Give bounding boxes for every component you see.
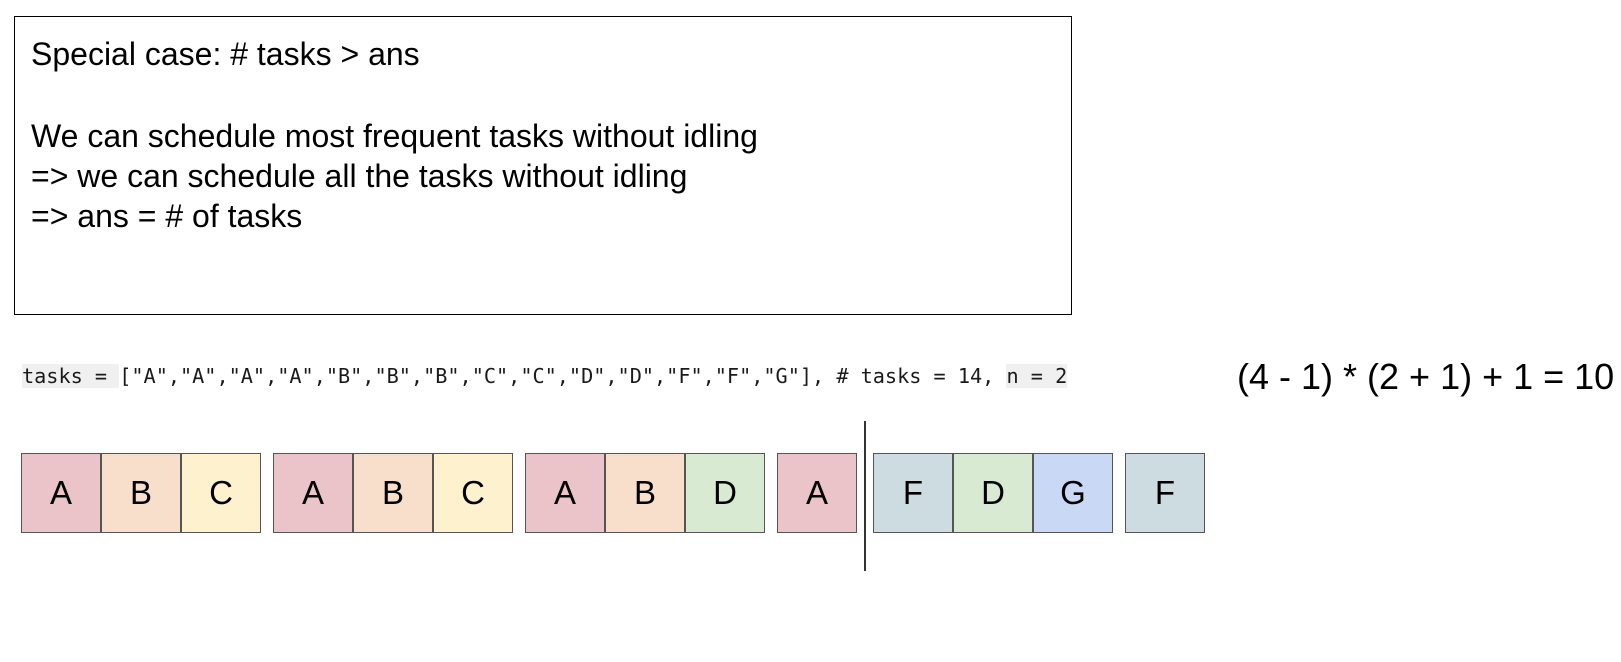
task-cell-d: D xyxy=(685,453,765,533)
explanation-box: Special case: # tasks > ans We can sched… xyxy=(14,16,1072,315)
formula: (4 - 1) * (2 + 1) + 1 = 10 xyxy=(1237,356,1615,397)
task-cell-a: A xyxy=(525,453,605,533)
task-cell-d: D xyxy=(953,453,1033,533)
task-cell-a: A xyxy=(777,453,857,533)
box-line-1: We can schedule most frequent tasks with… xyxy=(31,118,758,154)
tasks-code-line: tasks = ["A","A","A","A","B","B","B","C"… xyxy=(22,362,1068,390)
task-cell-g: G xyxy=(1033,453,1113,533)
task-cell-c: C xyxy=(433,453,513,533)
box-body: We can schedule most frequent tasks with… xyxy=(31,116,758,236)
task-cell-a: A xyxy=(21,453,101,533)
separator-line xyxy=(864,421,866,571)
code-n-value: n = 2 xyxy=(1006,364,1068,388)
code-tasks-array: ["A","A","A","A","B","B","B","C","C","D"… xyxy=(119,364,1007,388)
task-cell-a: A xyxy=(273,453,353,533)
task-cell-f: F xyxy=(873,453,953,533)
box-line-3: => ans = # of tasks xyxy=(31,198,303,234)
task-cell-b: B xyxy=(101,453,181,533)
box-title: Special case: # tasks > ans xyxy=(31,36,420,72)
task-cell-b: B xyxy=(353,453,433,533)
task-cell-f: F xyxy=(1125,453,1205,533)
code-tasks-label: tasks = xyxy=(22,364,120,388)
task-cell-c: C xyxy=(181,453,261,533)
box-line-2: => we can schedule all the tasks without… xyxy=(31,158,688,194)
task-cell-b: B xyxy=(605,453,685,533)
